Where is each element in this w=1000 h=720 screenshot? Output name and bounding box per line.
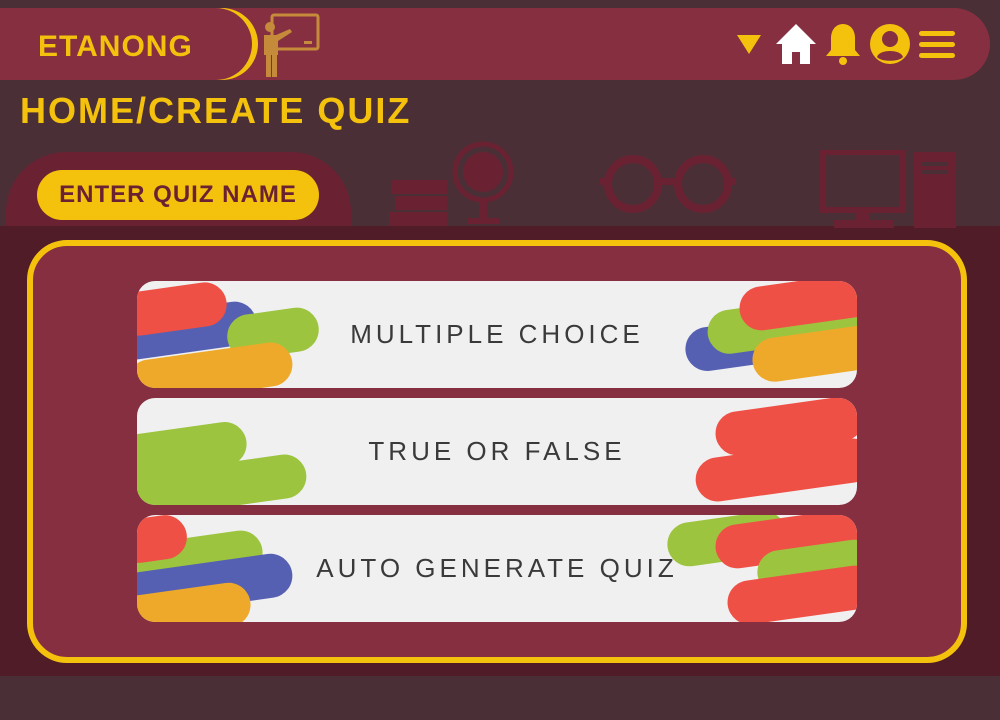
page-title: HOME/CREATE QUIZ (20, 90, 412, 131)
teacher-icon (264, 13, 320, 77)
profile-button[interactable] (868, 20, 912, 68)
card-label: AUTO GENERATE QUIZ (316, 553, 678, 583)
home-button[interactable] (772, 20, 820, 68)
home-icon (776, 24, 816, 64)
logo-container[interactable]: ETANONG (0, 8, 252, 80)
multiple-choice-card[interactable]: MULTIPLE CHOICE (137, 281, 857, 388)
user-icon (870, 24, 910, 64)
auto-generate-quiz-card[interactable]: AUTO GENERATE QUIZ (137, 515, 857, 622)
logo: ETANONG (38, 30, 193, 63)
enter-quiz-name-button[interactable]: ENTER QUIZ NAME (37, 170, 319, 220)
menu-button[interactable] (914, 20, 960, 68)
card-label: TRUE OR FALSE (368, 436, 626, 466)
computer-icon (820, 150, 956, 228)
notifications-button[interactable] (822, 20, 864, 68)
dropdown-toggle[interactable] (732, 20, 766, 68)
hamburger-icon (919, 31, 955, 58)
books-globe-icon (389, 141, 514, 226)
true-or-false-card[interactable]: TRUE OR FALSE (137, 398, 857, 505)
caret-down-icon (737, 35, 761, 54)
glasses-icon (600, 155, 736, 213)
card-label: MULTIPLE CHOICE (350, 319, 644, 349)
bell-icon (826, 24, 860, 65)
